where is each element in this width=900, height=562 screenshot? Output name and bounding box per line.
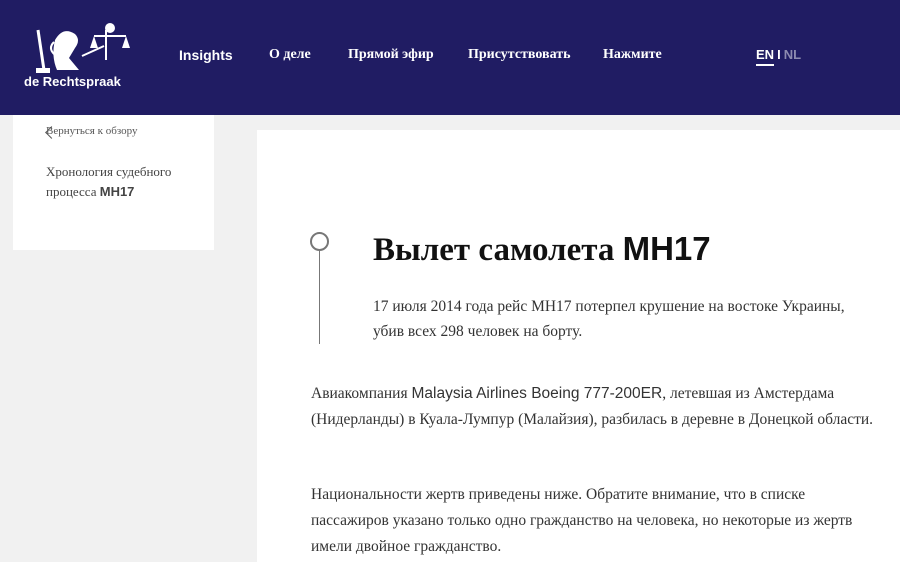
timeline-marker-icon (310, 232, 329, 251)
article-paragraph: Национальности жертв приведены ниже. Обр… (311, 486, 853, 555)
lang-nl[interactable]: NL (784, 47, 801, 62)
timeline-line (319, 251, 320, 344)
article-title-bold: MH17 (622, 230, 711, 267)
justice-emblem-icon (36, 23, 130, 73)
nav-press[interactable]: Нажмите (603, 47, 662, 63)
airline-name: Malaysia Airlines Boeing 777-200ER (411, 385, 663, 402)
lang-en[interactable]: EN (756, 47, 775, 66)
nav-about-case[interactable]: О деле (269, 47, 311, 63)
paragraph-text: Авиакомпания (311, 385, 412, 402)
sidebar-title[interactable]: Хронология судебного процесса MH17 (46, 162, 206, 202)
article-title-text: Вылет самолета (373, 232, 615, 268)
logo-wordmark: de Rechtspraak (24, 74, 121, 89)
article-paragraph: Авиакомпания Malaysia Airlines Boeing 77… (311, 381, 881, 433)
back-to-overview-link[interactable]: Вернуться к обзору (46, 125, 137, 137)
sidebar-title-bold: MH17 (99, 184, 135, 199)
nav-attend[interactable]: Присутствовать (468, 47, 571, 63)
sidebar: Вернуться к обзору Хронология судебного … (13, 115, 214, 250)
language-switcher: EN I NL (756, 47, 801, 66)
rechtspraak-logo[interactable]: de Rechtspraak (22, 20, 142, 92)
nav-insights[interactable]: Insights (179, 47, 233, 63)
article-title: Вылет самолета MH17 (373, 230, 711, 269)
article-subtitle: 17 июля 2014 года рейс MH17 потерпел кру… (373, 298, 845, 340)
nav-live-stream[interactable]: Прямой эфир (348, 47, 434, 63)
lang-separator: I (777, 47, 781, 62)
site-header: de Rechtspraak Insights О деле Прямой эф… (0, 0, 900, 115)
